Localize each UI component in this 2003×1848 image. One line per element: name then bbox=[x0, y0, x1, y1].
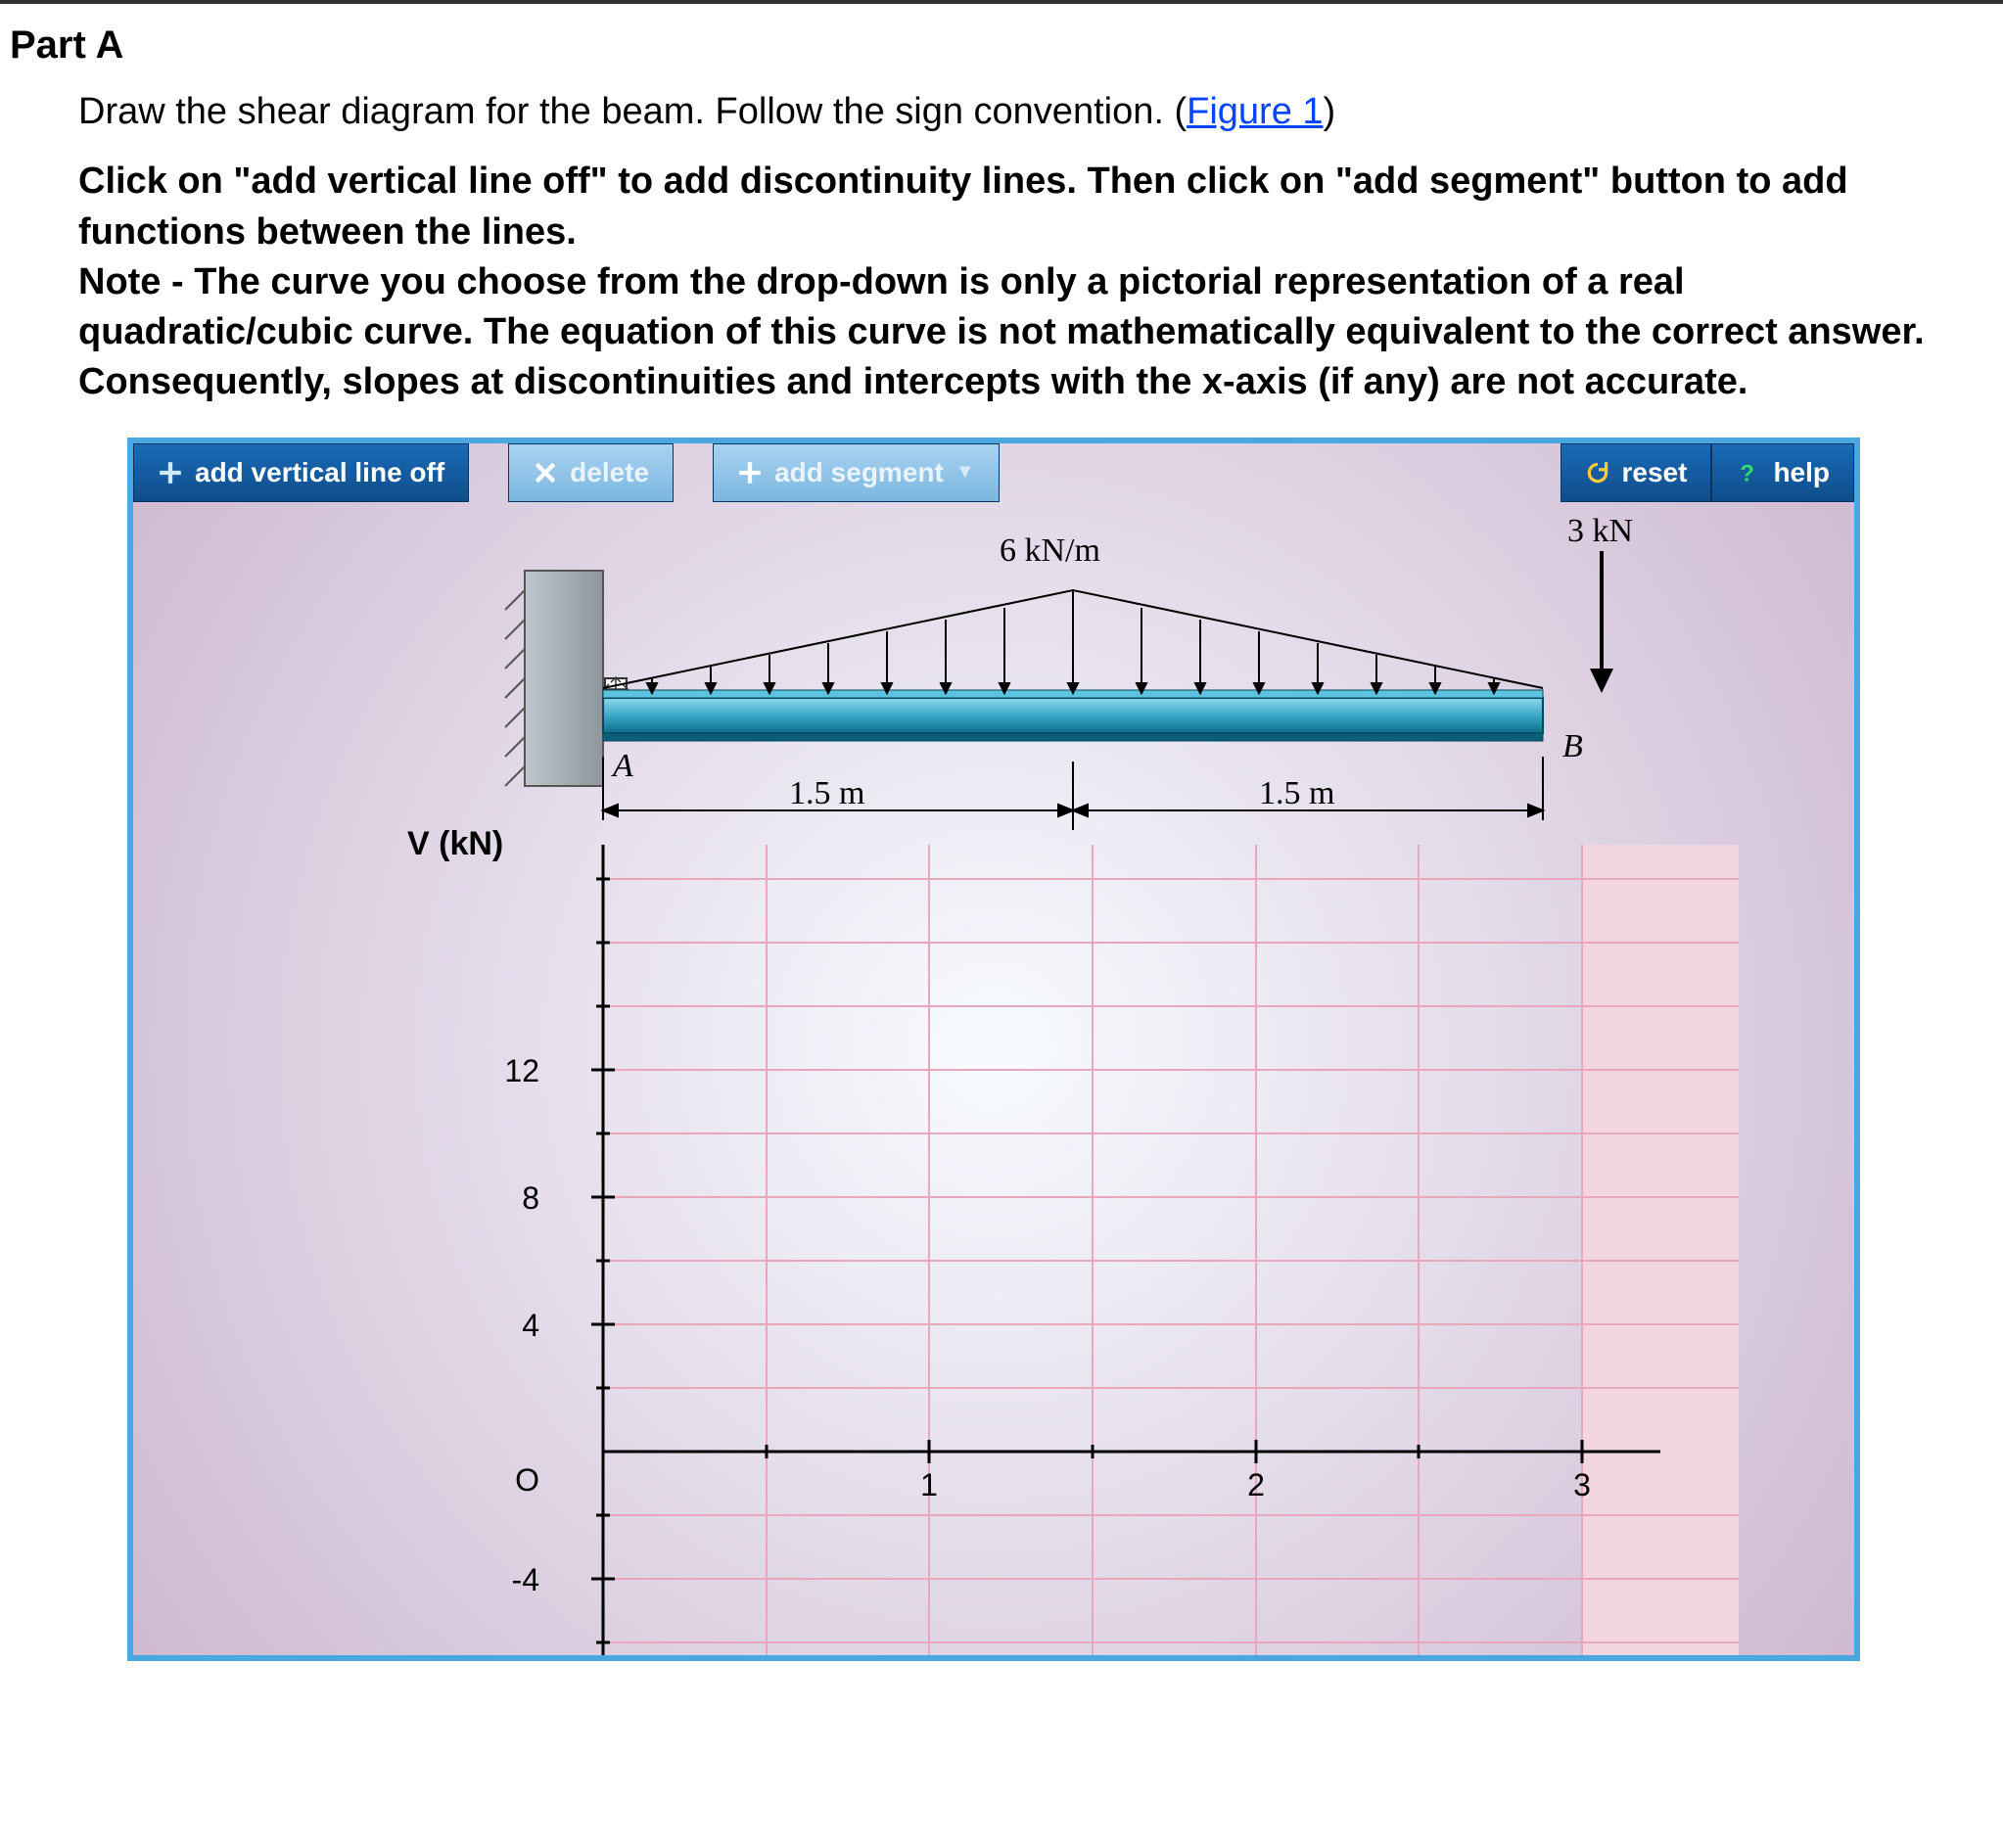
figure-link[interactable]: Figure 1 bbox=[1187, 91, 1323, 132]
add-segment-label: add segment bbox=[774, 457, 944, 488]
reset-label: reset bbox=[1622, 457, 1688, 488]
instruction-text: Draw the shear diagram for the beam. Fol… bbox=[78, 87, 1925, 137]
reset-button[interactable]: reset bbox=[1560, 443, 1712, 502]
x-tick-2: 2 bbox=[1247, 1467, 1265, 1502]
delete-label: delete bbox=[570, 457, 649, 488]
note-text: Click on "add vertical line off" to add … bbox=[78, 157, 1925, 407]
span-right-label: 1.5 m bbox=[1259, 775, 1334, 811]
point-load-label: 3 kN bbox=[1567, 513, 1633, 549]
add-vertical-label: add vertical line off bbox=[195, 457, 444, 488]
intro-text-1: Draw the shear diagram for the beam. Fol… bbox=[78, 91, 1187, 132]
point-b-label: B bbox=[1562, 728, 1583, 764]
y-tick-n4: -4 bbox=[512, 1562, 539, 1597]
help-icon: ? bbox=[1736, 460, 1761, 485]
x-icon bbox=[533, 460, 558, 485]
origin-label: O bbox=[515, 1462, 539, 1498]
part-title: Part A bbox=[0, 4, 2003, 87]
help-label: help bbox=[1773, 457, 1830, 488]
plus-icon bbox=[158, 460, 183, 485]
x-tick-3: 3 bbox=[1573, 1467, 1591, 1502]
toolbar: add vertical line off delete add segment… bbox=[133, 443, 1854, 502]
intro-text-2: ) bbox=[1324, 91, 1336, 132]
drawing-applet: add vertical line off delete add segment… bbox=[127, 438, 1860, 1661]
shear-graph[interactable]: 12 8 4 -4 O bbox=[407, 845, 1739, 1657]
point-a-label: A bbox=[611, 748, 633, 784]
note-para2: Note - The curve you choose from the dro… bbox=[78, 261, 1925, 403]
delete-button[interactable]: delete bbox=[508, 443, 674, 502]
add-vertical-line-button[interactable]: add vertical line off bbox=[133, 443, 469, 502]
svg-text:?: ? bbox=[1741, 460, 1755, 485]
note-para1: Click on "add vertical line off" to add … bbox=[78, 161, 1848, 252]
help-button[interactable]: ? help bbox=[1711, 443, 1854, 502]
distributed-load-label: 6 kN/m bbox=[1000, 532, 1100, 569]
y-tick-4: 4 bbox=[522, 1308, 539, 1343]
add-segment-button[interactable]: add segment ▼ bbox=[713, 443, 1000, 502]
drawing-canvas[interactable]: 6 kN/m 3 kN A B bbox=[133, 502, 1854, 1655]
span-left-label: 1.5 m bbox=[789, 775, 864, 811]
chevron-down-icon: ▼ bbox=[955, 461, 975, 484]
reset-icon bbox=[1585, 460, 1610, 485]
beam-figure: 6 kN/m 3 kN A B bbox=[456, 512, 1729, 835]
plus-icon bbox=[737, 460, 763, 485]
y-tick-8: 8 bbox=[522, 1180, 539, 1216]
x-tick-1: 1 bbox=[920, 1467, 938, 1502]
y-tick-12: 12 bbox=[504, 1053, 539, 1088]
